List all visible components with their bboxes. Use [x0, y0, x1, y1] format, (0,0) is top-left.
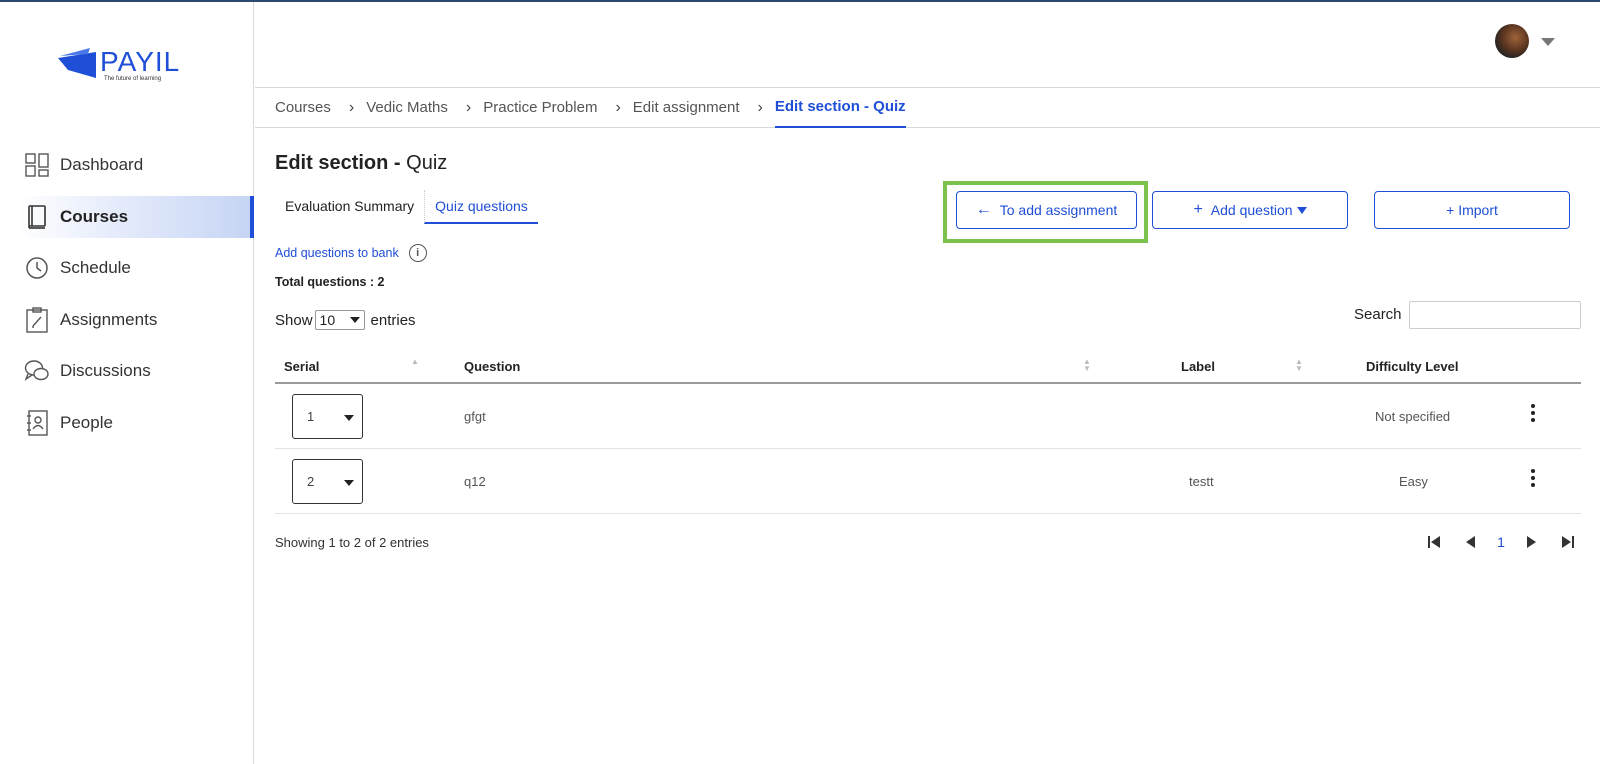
breadcrumb-vedic-maths[interactable]: Vedic Maths	[366, 88, 448, 128]
sidebar-item-label: Discussions	[60, 361, 151, 380]
top-header	[255, 2, 1600, 88]
add-questions-to-bank-link[interactable]: Add questions to bank	[275, 246, 399, 260]
prev-page-icon[interactable]	[1452, 532, 1488, 552]
sidebar-item-courses[interactable]: Courses	[18, 195, 254, 238]
difficulty-text: Easy	[1399, 474, 1428, 489]
book-icon	[24, 204, 50, 230]
pagination: 1	[1416, 532, 1586, 552]
caret-down-icon	[344, 480, 354, 486]
more-options-icon[interactable]	[1531, 404, 1535, 425]
caret-down-icon	[1296, 206, 1307, 214]
column-header-serial[interactable]: Serial	[284, 359, 319, 374]
to-add-assignment-button[interactable]: ← To add assignment	[956, 191, 1137, 229]
contacts-icon	[24, 409, 50, 436]
brand-name: PAYIL	[100, 46, 181, 77]
clipboard-icon	[24, 306, 50, 333]
question-text: gfgt	[464, 409, 486, 424]
sidebar-item-label: Schedule	[60, 258, 131, 277]
sidebar-item-label: Assignments	[60, 309, 158, 329]
showing-entries-text: Showing 1 to 2 of 2 entries	[275, 535, 429, 550]
info-icon[interactable]: i	[408, 244, 427, 262]
column-header-label[interactable]: Label	[1181, 359, 1215, 374]
chevron-down-icon[interactable]	[1541, 38, 1555, 46]
brand-logo[interactable]: PAYIL The future of learning	[58, 42, 198, 88]
serial-select[interactable]: 2	[292, 459, 363, 504]
sidebar-nav: Dashboard Courses Schedule Assignments D…	[0, 144, 254, 453]
column-header-difficulty[interactable]: Difficulty Level	[1366, 359, 1458, 374]
caret-down-icon	[349, 317, 360, 323]
chat-icon	[24, 358, 50, 384]
add-to-bank-row: Add questions to bank i	[275, 244, 427, 262]
breadcrumb-courses[interactable]: Courses	[275, 88, 331, 128]
chevron-right-icon: ›	[465, 98, 472, 116]
sidebar-item-schedule[interactable]: Schedule	[0, 247, 254, 289]
serial-value: 1	[307, 409, 315, 424]
sidebar-item-discussions[interactable]: Discussions	[0, 350, 254, 392]
entries-suffix: entries	[370, 311, 416, 329]
sidebar-item-label: People	[60, 412, 113, 432]
chevron-right-icon: ›	[757, 98, 763, 116]
page-title-bold: Edit section -	[275, 152, 401, 174]
entries-value: 10	[319, 312, 336, 328]
total-questions: Total questions : 2	[275, 275, 385, 289]
label-text: testt	[1189, 474, 1214, 489]
entries-select[interactable]: 10	[314, 310, 365, 330]
sidebar-item-people[interactable]: People	[0, 402, 254, 444]
dashboard-icon	[24, 152, 50, 178]
payil-logo-mark-icon	[58, 48, 96, 78]
tab-evaluation-summary[interactable]: Evaluation Summary	[275, 190, 424, 224]
show-label: Show	[275, 311, 313, 329]
first-page-icon[interactable]	[1416, 532, 1452, 552]
breadcrumb-practice-problem[interactable]: Practice Problem	[483, 88, 597, 128]
last-page-icon[interactable]	[1550, 532, 1586, 552]
search-label: Search	[1354, 306, 1402, 323]
page-number[interactable]: 1	[1488, 534, 1514, 550]
questions-table: Serial ▲ Question ▲ ▼ Label ▲ ▼ Difficulty…	[275, 350, 1581, 514]
column-header-question[interactable]: Question	[464, 359, 520, 374]
entries-control: Show 10 entries	[275, 310, 416, 330]
breadcrumb-edit-section[interactable]: Edit section - Quiz	[774, 88, 906, 128]
sort-icon[interactable]: ▲ ▼	[1083, 358, 1091, 373]
button-label: + Import	[1446, 202, 1498, 218]
plus-icon: +	[1193, 201, 1203, 218]
sidebar-item-label: Dashboard	[60, 155, 144, 174]
tab-quiz-questions[interactable]: Quiz questions	[424, 190, 538, 224]
table-row: 2 q12 testt Easy	[275, 449, 1581, 514]
page-title: Edit section - Quiz	[275, 152, 447, 175]
sidebar-item-assignments[interactable]: Assignments	[0, 299, 254, 341]
button-label: To add assignment	[999, 202, 1118, 218]
sidebar: PAYIL The future of learning Dashboard C…	[0, 2, 254, 764]
add-question-button[interactable]: + Add question	[1152, 191, 1348, 229]
clock-icon	[24, 255, 50, 281]
question-text: q12	[464, 474, 486, 489]
sort-icon[interactable]: ▲	[411, 358, 419, 366]
caret-down-icon	[344, 415, 354, 421]
table-header: Serial ▲ Question ▲ ▼ Label ▲ ▼ Difficulty…	[275, 350, 1581, 384]
difficulty-text: Not specified	[1375, 409, 1451, 424]
import-button[interactable]: + Import	[1374, 191, 1570, 229]
button-label: Add question	[1210, 202, 1293, 218]
more-options-icon[interactable]	[1531, 469, 1535, 490]
sort-icon[interactable]: ▲ ▼	[1295, 358, 1303, 373]
user-avatar[interactable]	[1495, 24, 1529, 58]
chevron-right-icon: ›	[348, 98, 355, 116]
sidebar-item-label: Courses	[60, 206, 129, 226]
sidebar-item-dashboard[interactable]: Dashboard	[0, 144, 254, 186]
arrow-left-icon: ←	[975, 201, 992, 218]
breadcrumb: Courses › Vedic Maths › Practice Problem…	[255, 88, 1600, 128]
chevron-right-icon: ›	[615, 98, 621, 116]
next-page-icon[interactable]	[1514, 532, 1550, 552]
page-title-rest: Quiz	[400, 152, 448, 174]
brand-tagline: The future of learning	[104, 76, 162, 82]
serial-value: 2	[307, 474, 315, 489]
table-row: 1 gfgt Not specified	[275, 384, 1581, 449]
serial-select[interactable]: 1	[292, 394, 363, 439]
tab-bar: Evaluation Summary Quiz questions	[275, 190, 538, 224]
search-input[interactable]	[1409, 301, 1581, 329]
breadcrumb-edit-assignment[interactable]: Edit assignment	[633, 88, 740, 128]
